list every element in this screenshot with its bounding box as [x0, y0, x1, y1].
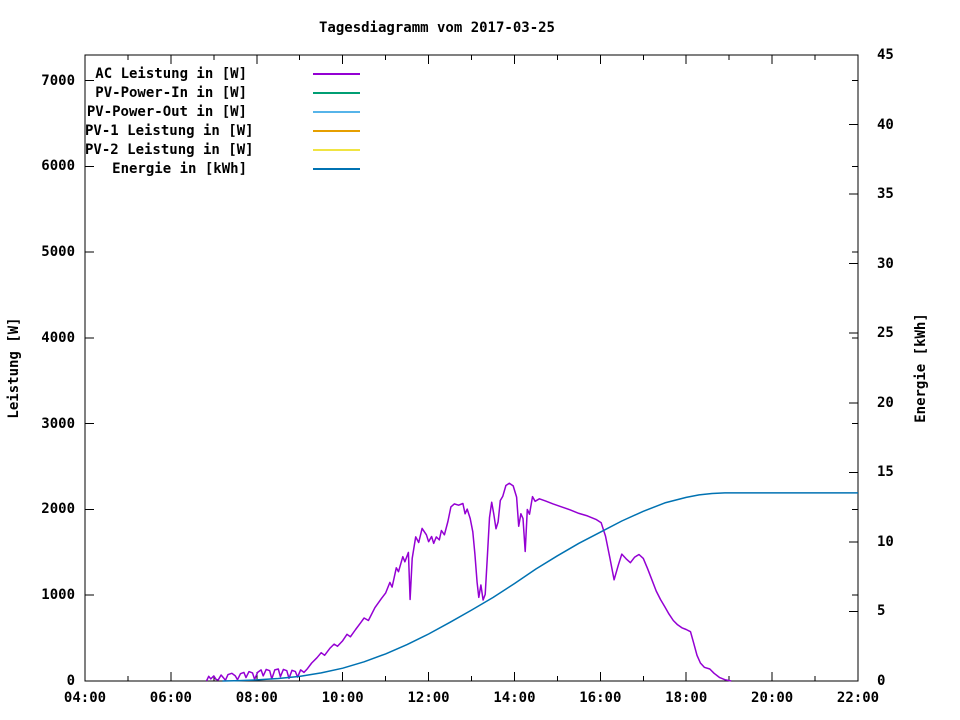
series-y1	[205, 482, 732, 682]
x-axis-tick-label: 22:00	[836, 690, 880, 706]
legend-item: PV-1 Leistung in [W]	[85, 121, 360, 140]
legend-item-label: PV-Power-Out in [W]	[86, 103, 247, 120]
y2-axis-tick-label: 15	[877, 464, 894, 481]
y1-axis-tick-label: 2000	[41, 501, 75, 518]
legend: AC Leistung in [W] PV-Power-In in [W] PV…	[85, 64, 360, 178]
y2-axis-tick-label: 0	[877, 673, 886, 689]
y1-axis-tick-label: 6000	[41, 158, 75, 175]
legend-line-sample	[313, 91, 360, 94]
legend-item-label: PV-1 Leistung in [W]	[85, 122, 254, 139]
legend-item-label: AC Leistung in [W]	[95, 65, 247, 82]
legend-item: PV-2 Leistung in [W]	[85, 140, 360, 159]
y1-axis-tick-label: 3000	[41, 415, 75, 432]
x-axis-tick-label: 14:00	[493, 690, 536, 706]
y1-axis-tick-label: 0	[66, 673, 75, 689]
y1-axis-tick-label: 5000	[41, 244, 75, 261]
legend-item: PV-Power-Out in [W]	[85, 102, 360, 121]
x-axis-tick-label: 16:00	[579, 690, 622, 706]
y2-axis-tick-label: 40	[877, 116, 894, 133]
legend-line-sample	[313, 72, 360, 75]
legend-item-label: Energie in [kWh]	[112, 160, 247, 177]
y1-axis-tick-label: 4000	[41, 329, 75, 346]
y2-axis-tick-label: 30	[877, 255, 894, 272]
y2-axis-tick-label: 5	[877, 603, 886, 620]
legend-line-sample	[313, 167, 360, 170]
legend-line-sample	[313, 110, 360, 113]
legend-item: AC Leistung in [W]	[85, 64, 360, 83]
y2-axis-tick-label: 45	[877, 47, 894, 63]
x-axis-tick-label: 10:00	[321, 690, 364, 706]
y2-axis-tick-label: 10	[877, 533, 894, 550]
x-axis-tick-label: 06:00	[149, 690, 192, 706]
y1-axis-tick-label: 7000	[41, 72, 75, 89]
legend-item: PV-Power-In in [W]	[85, 83, 360, 102]
x-axis-tick-label: 08:00	[235, 690, 278, 706]
y1-axis-tick-label: 1000	[41, 587, 75, 604]
x-axis-tick-label: 18:00	[665, 690, 708, 706]
x-axis-tick-label: 12:00	[407, 690, 450, 706]
y2-axis-tick-label: 35	[877, 186, 894, 203]
y2-axis-tick-label: 20	[877, 394, 894, 411]
x-axis-tick-label: 20:00	[751, 690, 794, 706]
legend-line-sample	[313, 129, 360, 132]
series-y2	[222, 492, 858, 682]
chart-canvas: Tagesdiagramm vom 2017-03-25 Leistung [W…	[0, 0, 960, 720]
legend-item-label: PV-Power-In in [W]	[95, 84, 247, 101]
x-axis-tick-label: 04:00	[63, 690, 107, 706]
y2-axis-tick-label: 25	[877, 325, 894, 342]
legend-item-label: PV-2 Leistung in [W]	[85, 141, 254, 158]
legend-line-sample	[313, 148, 360, 151]
legend-item: Energie in [kWh]	[85, 159, 360, 178]
